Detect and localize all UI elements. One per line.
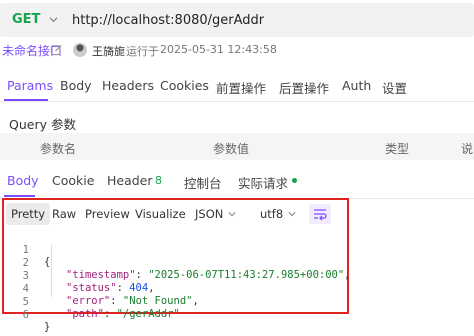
tab-auth[interactable]: Auth [342,78,371,93]
line-number: 6 [22,309,29,321]
chevron-down-icon[interactable] [228,210,236,218]
author-name: 王旖旎 [92,45,125,58]
tab-body[interactable]: Body [60,78,92,93]
tab-headers[interactable]: Headers [102,78,154,93]
tab-response-body[interactable]: Body [7,173,39,188]
column-header-name: 参数名 [40,142,77,156]
raw-button[interactable]: Raw [52,203,76,225]
json-value: "/gerAddr" [116,308,180,320]
method-select[interactable]: GET [12,12,40,27]
wrap-lines-icon [314,209,327,221]
wrap-lines-button[interactable] [309,204,331,224]
request-url-bar: GET http://localhost:8080/gerAddr [0,3,474,37]
chevron-down-icon[interactable] [49,15,58,24]
column-header-value: 参数值 [213,142,250,156]
chevron-down-icon[interactable] [288,210,296,218]
avatar [73,43,87,57]
code-line: 2 "timestamp": "2025-06-07T11:43:27.985+… [4,245,351,281]
column-header-description: 说 [461,142,474,156]
code-text: } [44,321,51,333]
request-meta: 未命名接口 王旖旎 运行于 2025-05-31 12:43:58 [0,41,474,59]
tab-response-cookie[interactable]: Cookie [52,173,94,188]
encoding-select[interactable]: utf8 [260,203,283,225]
request-tabs: Params Body Headers Cookies 前置操作 后置操作 Au… [0,72,474,101]
code-line: 4 "error": "Not Found", [4,271,199,307]
code-line: 3 "status": 404, [4,258,155,294]
tab-cookies[interactable]: Cookies [160,78,209,93]
response-tabs: Body Cookie Header 8 控制台 实际请求 [0,167,474,197]
header-count-badge: 8 [155,174,162,187]
format-select[interactable]: JSON [195,203,223,225]
code-text: { [44,256,51,268]
run-timestamp: 2025-05-31 12:43:58 [160,43,277,56]
code-line: 6 } [4,297,51,333]
json-key: "timestamp" [66,269,136,281]
code-line: 5 "path": "/gerAddr" [4,284,180,320]
tab-post-processors[interactable]: 后置操作 [279,78,329,97]
tab-console[interactable]: 控制台 [184,173,222,192]
json-key: "path" [66,308,104,320]
status-dot-icon [292,178,297,183]
pretty-button[interactable]: Pretty [6,203,51,225]
query-params-header: 参数名 参数值 类型 说 [0,133,474,160]
active-response-tab-indicator [4,195,35,197]
json-value: 404 [129,282,149,294]
json-key: "error" [66,295,111,307]
visualize-button[interactable]: Visualize [135,203,186,225]
json-key: "status" [66,282,117,294]
tab-response-header[interactable]: Header [107,173,153,188]
url-input[interactable]: http://localhost:8080/gerAddr [72,13,264,28]
preview-button[interactable]: Preview [85,203,130,225]
json-value: "Not Found" [122,295,193,307]
column-header-type: 类型 [385,142,410,156]
tab-settings[interactable]: 设置 [382,78,407,97]
code-line: 1 { [4,232,51,268]
indent-guide [51,245,52,297]
edit-icon[interactable] [50,43,63,56]
query-params-title: Query 参数 [9,117,76,132]
tab-actual-request[interactable]: 实际请求 [238,173,288,192]
divider [0,101,474,102]
tab-params[interactable]: Params [7,78,53,93]
tab-pre-processors[interactable]: 前置操作 [216,78,266,97]
run-label: 运行于 [126,45,159,58]
json-value: "2025-06-07T11:43:27.985+00:00" [148,269,345,281]
